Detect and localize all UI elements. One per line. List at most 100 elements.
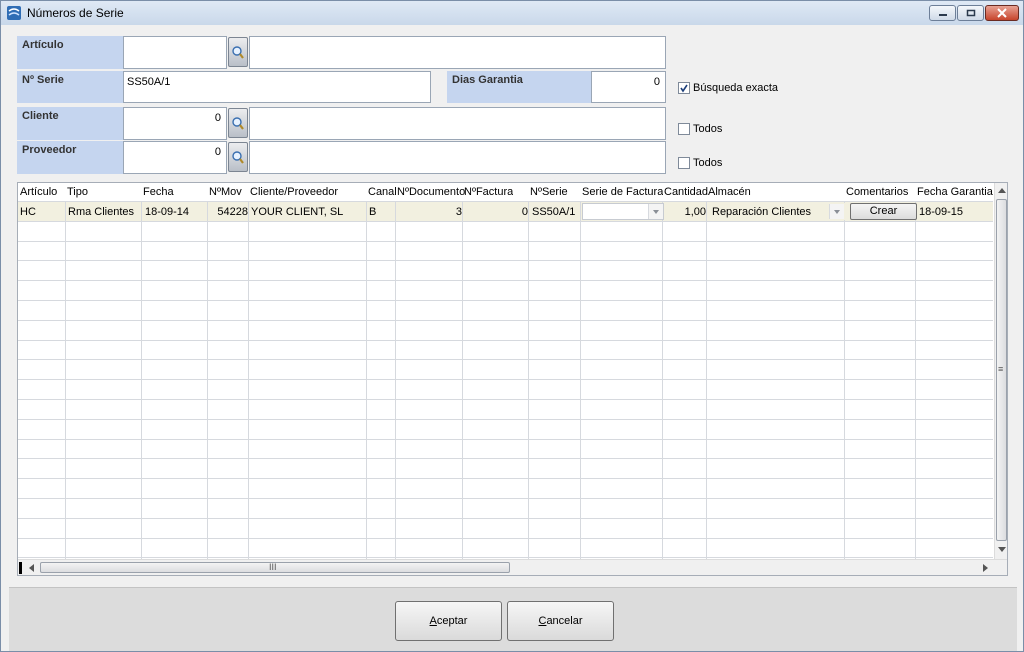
proveedor-todos-label: Todos bbox=[693, 157, 723, 169]
column-header[interactable]: Tipo bbox=[67, 186, 88, 198]
minimize-button[interactable] bbox=[929, 5, 956, 21]
serie-factura-combo[interactable] bbox=[582, 203, 664, 220]
checkmark-icon bbox=[680, 84, 688, 93]
column-header[interactable]: NºSerie bbox=[530, 186, 568, 198]
cliente-label: Cliente bbox=[17, 107, 124, 140]
close-icon bbox=[997, 8, 1007, 18]
button-bar: Aceptar Cancelar bbox=[9, 587, 1017, 651]
grid-row-line bbox=[18, 221, 993, 222]
grid-row-line bbox=[18, 359, 993, 360]
scroll-down-icon[interactable] bbox=[998, 547, 1006, 553]
grid-header: Artículo Tipo Fecha NºMov Cliente/Provee… bbox=[18, 183, 993, 201]
maximize-button[interactable] bbox=[957, 5, 984, 21]
grid-row-line bbox=[18, 260, 993, 261]
column-header[interactable]: Fecha Garantia bbox=[917, 186, 993, 198]
cell-ndocumento: 3 bbox=[455, 206, 462, 218]
search-icon bbox=[232, 151, 244, 164]
window: Números de Serie Artículo Nº Serie SS50A… bbox=[0, 0, 1024, 652]
dias-garantia-field[interactable]: 0 bbox=[591, 71, 666, 103]
nserie-label: Nº Serie bbox=[17, 71, 124, 103]
vertical-scrollbar[interactable]: ≡ bbox=[994, 183, 1007, 559]
grid-row-line bbox=[18, 241, 993, 242]
cell-canal: B bbox=[369, 206, 377, 218]
title-bar[interactable]: Números de Serie bbox=[1, 1, 1023, 25]
busqueda-exacta-checkbox[interactable] bbox=[678, 82, 690, 94]
vertical-scroll-thumb[interactable]: ≡ bbox=[996, 199, 1007, 541]
cliente-todos-label: Todos bbox=[693, 123, 723, 135]
horizontal-scroll-thumb[interactable]: III bbox=[40, 562, 510, 573]
proveedor-search-button[interactable] bbox=[228, 142, 248, 172]
grid-row-line bbox=[18, 439, 993, 440]
cell-fecha-garantia: 18-09-15 bbox=[919, 206, 964, 218]
cell-nfactura: 0 bbox=[521, 206, 528, 218]
grid-row-line bbox=[18, 379, 993, 380]
grid-row-line bbox=[18, 280, 993, 281]
grid-row-line bbox=[18, 399, 993, 400]
articulo-search-button[interactable] bbox=[228, 37, 248, 67]
column-header[interactable]: Comentarios bbox=[846, 186, 908, 198]
aceptar-button[interactable]: Aceptar bbox=[395, 601, 502, 641]
proveedor-label: Proveedor bbox=[17, 141, 124, 174]
chevron-down-icon[interactable] bbox=[829, 204, 844, 219]
column-header[interactable]: NºFactura bbox=[464, 186, 513, 198]
grid-row-line bbox=[18, 498, 993, 499]
cliente-search-button[interactable] bbox=[228, 108, 248, 138]
column-header[interactable]: Cliente/Proveedor bbox=[250, 186, 338, 198]
scroll-right-icon[interactable] bbox=[983, 564, 989, 572]
cancelar-label: ancelar bbox=[546, 615, 583, 627]
cliente-description-field[interactable] bbox=[249, 107, 666, 140]
grid-row-line bbox=[18, 419, 993, 420]
column-header[interactable]: Artículo bbox=[20, 186, 57, 198]
close-button[interactable] bbox=[985, 5, 1019, 21]
cancelar-button[interactable]: Cancelar bbox=[507, 601, 614, 641]
aceptar-label: ceptar bbox=[436, 615, 468, 627]
proveedor-todos-checkbox[interactable] bbox=[678, 157, 690, 169]
dias-garantia-label: Dias Garantia bbox=[447, 71, 592, 103]
cell-nmov: 54228 bbox=[217, 206, 248, 218]
scroll-left-icon[interactable] bbox=[28, 564, 34, 572]
proveedor-code-field[interactable]: 0 bbox=[123, 141, 227, 174]
aceptar-mnemonic: A bbox=[429, 615, 437, 627]
grid-row-line bbox=[18, 320, 993, 321]
grid-row-line bbox=[18, 478, 993, 479]
articulo-code-field[interactable] bbox=[123, 36, 227, 69]
app-icon bbox=[7, 6, 21, 20]
cliente-code-field[interactable]: 0 bbox=[123, 107, 227, 140]
grid-row-line bbox=[18, 340, 993, 341]
column-header[interactable]: Fecha bbox=[143, 186, 174, 198]
search-icon bbox=[232, 46, 244, 59]
proveedor-description-field[interactable] bbox=[249, 141, 666, 174]
grid-row-line bbox=[18, 518, 993, 519]
maximize-icon bbox=[966, 9, 975, 17]
horizontal-scrollbar[interactable]: III bbox=[18, 559, 1007, 575]
cell-fecha: 18-09-14 bbox=[145, 206, 190, 218]
cell-tipo: Rma Clientes bbox=[68, 206, 135, 218]
busqueda-exacta-label: Búsqueda exacta bbox=[693, 82, 779, 94]
grid-row-line bbox=[18, 557, 993, 558]
almacen-combo[interactable]: Reparación Clientes bbox=[708, 203, 845, 220]
chevron-down-icon[interactable] bbox=[648, 204, 663, 219]
window-title: Números de Serie bbox=[27, 6, 124, 20]
column-header[interactable]: NºMov bbox=[209, 186, 242, 198]
column-header[interactable]: Canal bbox=[368, 186, 397, 198]
nserie-field[interactable]: SS50A/1 bbox=[123, 71, 431, 103]
column-header[interactable]: NºDocumento bbox=[397, 186, 465, 198]
articulo-description-field[interactable] bbox=[249, 36, 666, 69]
column-header[interactable]: Serie de Factura bbox=[582, 186, 663, 198]
column-header[interactable]: Almacén bbox=[708, 186, 751, 198]
almacen-value: Reparación Clientes bbox=[712, 206, 812, 218]
column-header[interactable]: Cantidad bbox=[664, 186, 708, 198]
cell-articulo: HC bbox=[20, 206, 36, 218]
scroll-up-icon[interactable] bbox=[998, 187, 1006, 193]
focus-marker bbox=[19, 562, 22, 574]
search-icon bbox=[232, 117, 244, 130]
articulo-label: Artículo bbox=[17, 36, 124, 69]
cliente-todos-checkbox[interactable] bbox=[678, 123, 690, 135]
grip-mark: ≡ bbox=[998, 364, 1004, 374]
grid-row-line bbox=[18, 538, 993, 539]
cell-cliente-proveedor: YOUR CLIENT, SL bbox=[251, 206, 344, 218]
grid-row-line bbox=[18, 300, 993, 301]
client-area: Artículo Nº Serie SS50A/1 Dias Garantia … bbox=[9, 27, 1017, 651]
cell-cantidad: 1,00 bbox=[684, 206, 706, 218]
crear-comentario-button[interactable]: Crear bbox=[850, 203, 917, 220]
